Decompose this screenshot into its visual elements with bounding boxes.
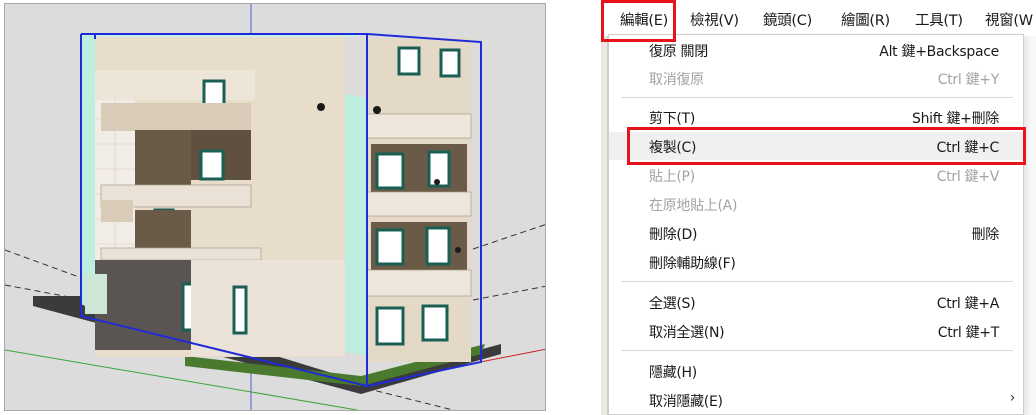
window <box>421 304 449 342</box>
balcony-slab <box>101 103 251 131</box>
guide-line <box>5 249 80 278</box>
window <box>439 48 461 78</box>
stone-base <box>95 260 191 350</box>
guide-line <box>472 224 545 250</box>
menu-camera[interactable]: 鏡頭(C) <box>763 9 812 30</box>
balcony-slab <box>101 200 133 222</box>
menu-draw[interactable]: 繪圖(R) <box>841 9 890 30</box>
menu-item-paste-in-place: 在原地貼上(A) <box>649 198 738 214</box>
building-model-view[interactable] <box>5 4 546 411</box>
menu-window[interactable]: 視窗(W <box>985 9 1033 30</box>
balcony-slab <box>366 269 472 297</box>
balcony-slab <box>366 191 472 217</box>
menu-item-hide[interactable]: 隱藏(H) <box>609 357 1023 385</box>
person-figure <box>373 106 381 114</box>
green-axis <box>5 349 358 410</box>
model-viewport[interactable] <box>4 3 546 411</box>
person-figure <box>434 179 440 185</box>
guide-line <box>472 285 545 301</box>
person-figure <box>317 103 325 111</box>
window <box>375 306 405 346</box>
menu-item-select-none[interactable]: 取消全選(N) Ctrl 鍵+T <box>609 317 1023 345</box>
menu-item-select-all[interactable]: 全選(S) Ctrl 鍵+A <box>609 288 1023 316</box>
tree-foliage <box>85 274 107 314</box>
highlight-edit-menu <box>601 0 676 42</box>
window <box>425 226 451 266</box>
balcony-slab <box>100 247 262 261</box>
window <box>375 152 405 190</box>
menu-tools[interactable]: 工具(T) <box>915 9 963 30</box>
roof-parapet <box>95 70 255 100</box>
menu-separator <box>621 281 1013 282</box>
window-left-edge <box>601 0 608 415</box>
dark-wood-panel <box>135 210 191 250</box>
menu-item-redo: 取消復原 Ctrl 鍵+Y <box>649 72 999 88</box>
balcony-slab <box>366 113 472 139</box>
menu-item-paste: 貼上(P) Ctrl 鍵+V <box>649 169 999 185</box>
edit-menu-screenshot: 編輯(E) 檢視(V) 鏡頭(C) 繪圖(R) 工具(T) 視窗(W 復原 關閉… <box>601 0 1036 415</box>
background-window-strip <box>1026 36 1036 415</box>
window <box>375 228 405 266</box>
chevron-right-icon: › <box>1009 390 1016 406</box>
window <box>199 149 225 181</box>
person-figure <box>455 247 461 253</box>
edit-dropdown-menu: 復原 關閉 Alt 鍵+Backspace 取消復原 Ctrl 鍵+Y 剪下(T… <box>608 34 1024 415</box>
menu-separator <box>621 97 1013 98</box>
door <box>232 285 248 335</box>
menu-item-delete[interactable]: 刪除(D) 刪除 <box>609 219 1023 247</box>
window <box>397 46 421 76</box>
menu-view[interactable]: 檢視(V) <box>690 9 739 30</box>
menu-item-unhide[interactable]: 取消隱藏(E) › <box>609 386 1023 414</box>
menu-separator <box>621 350 1013 351</box>
ground-wall <box>191 260 345 356</box>
menu-item-delete-guides[interactable]: 刪除輔助線(F) <box>609 248 1023 276</box>
highlight-copy-item <box>627 127 1026 165</box>
